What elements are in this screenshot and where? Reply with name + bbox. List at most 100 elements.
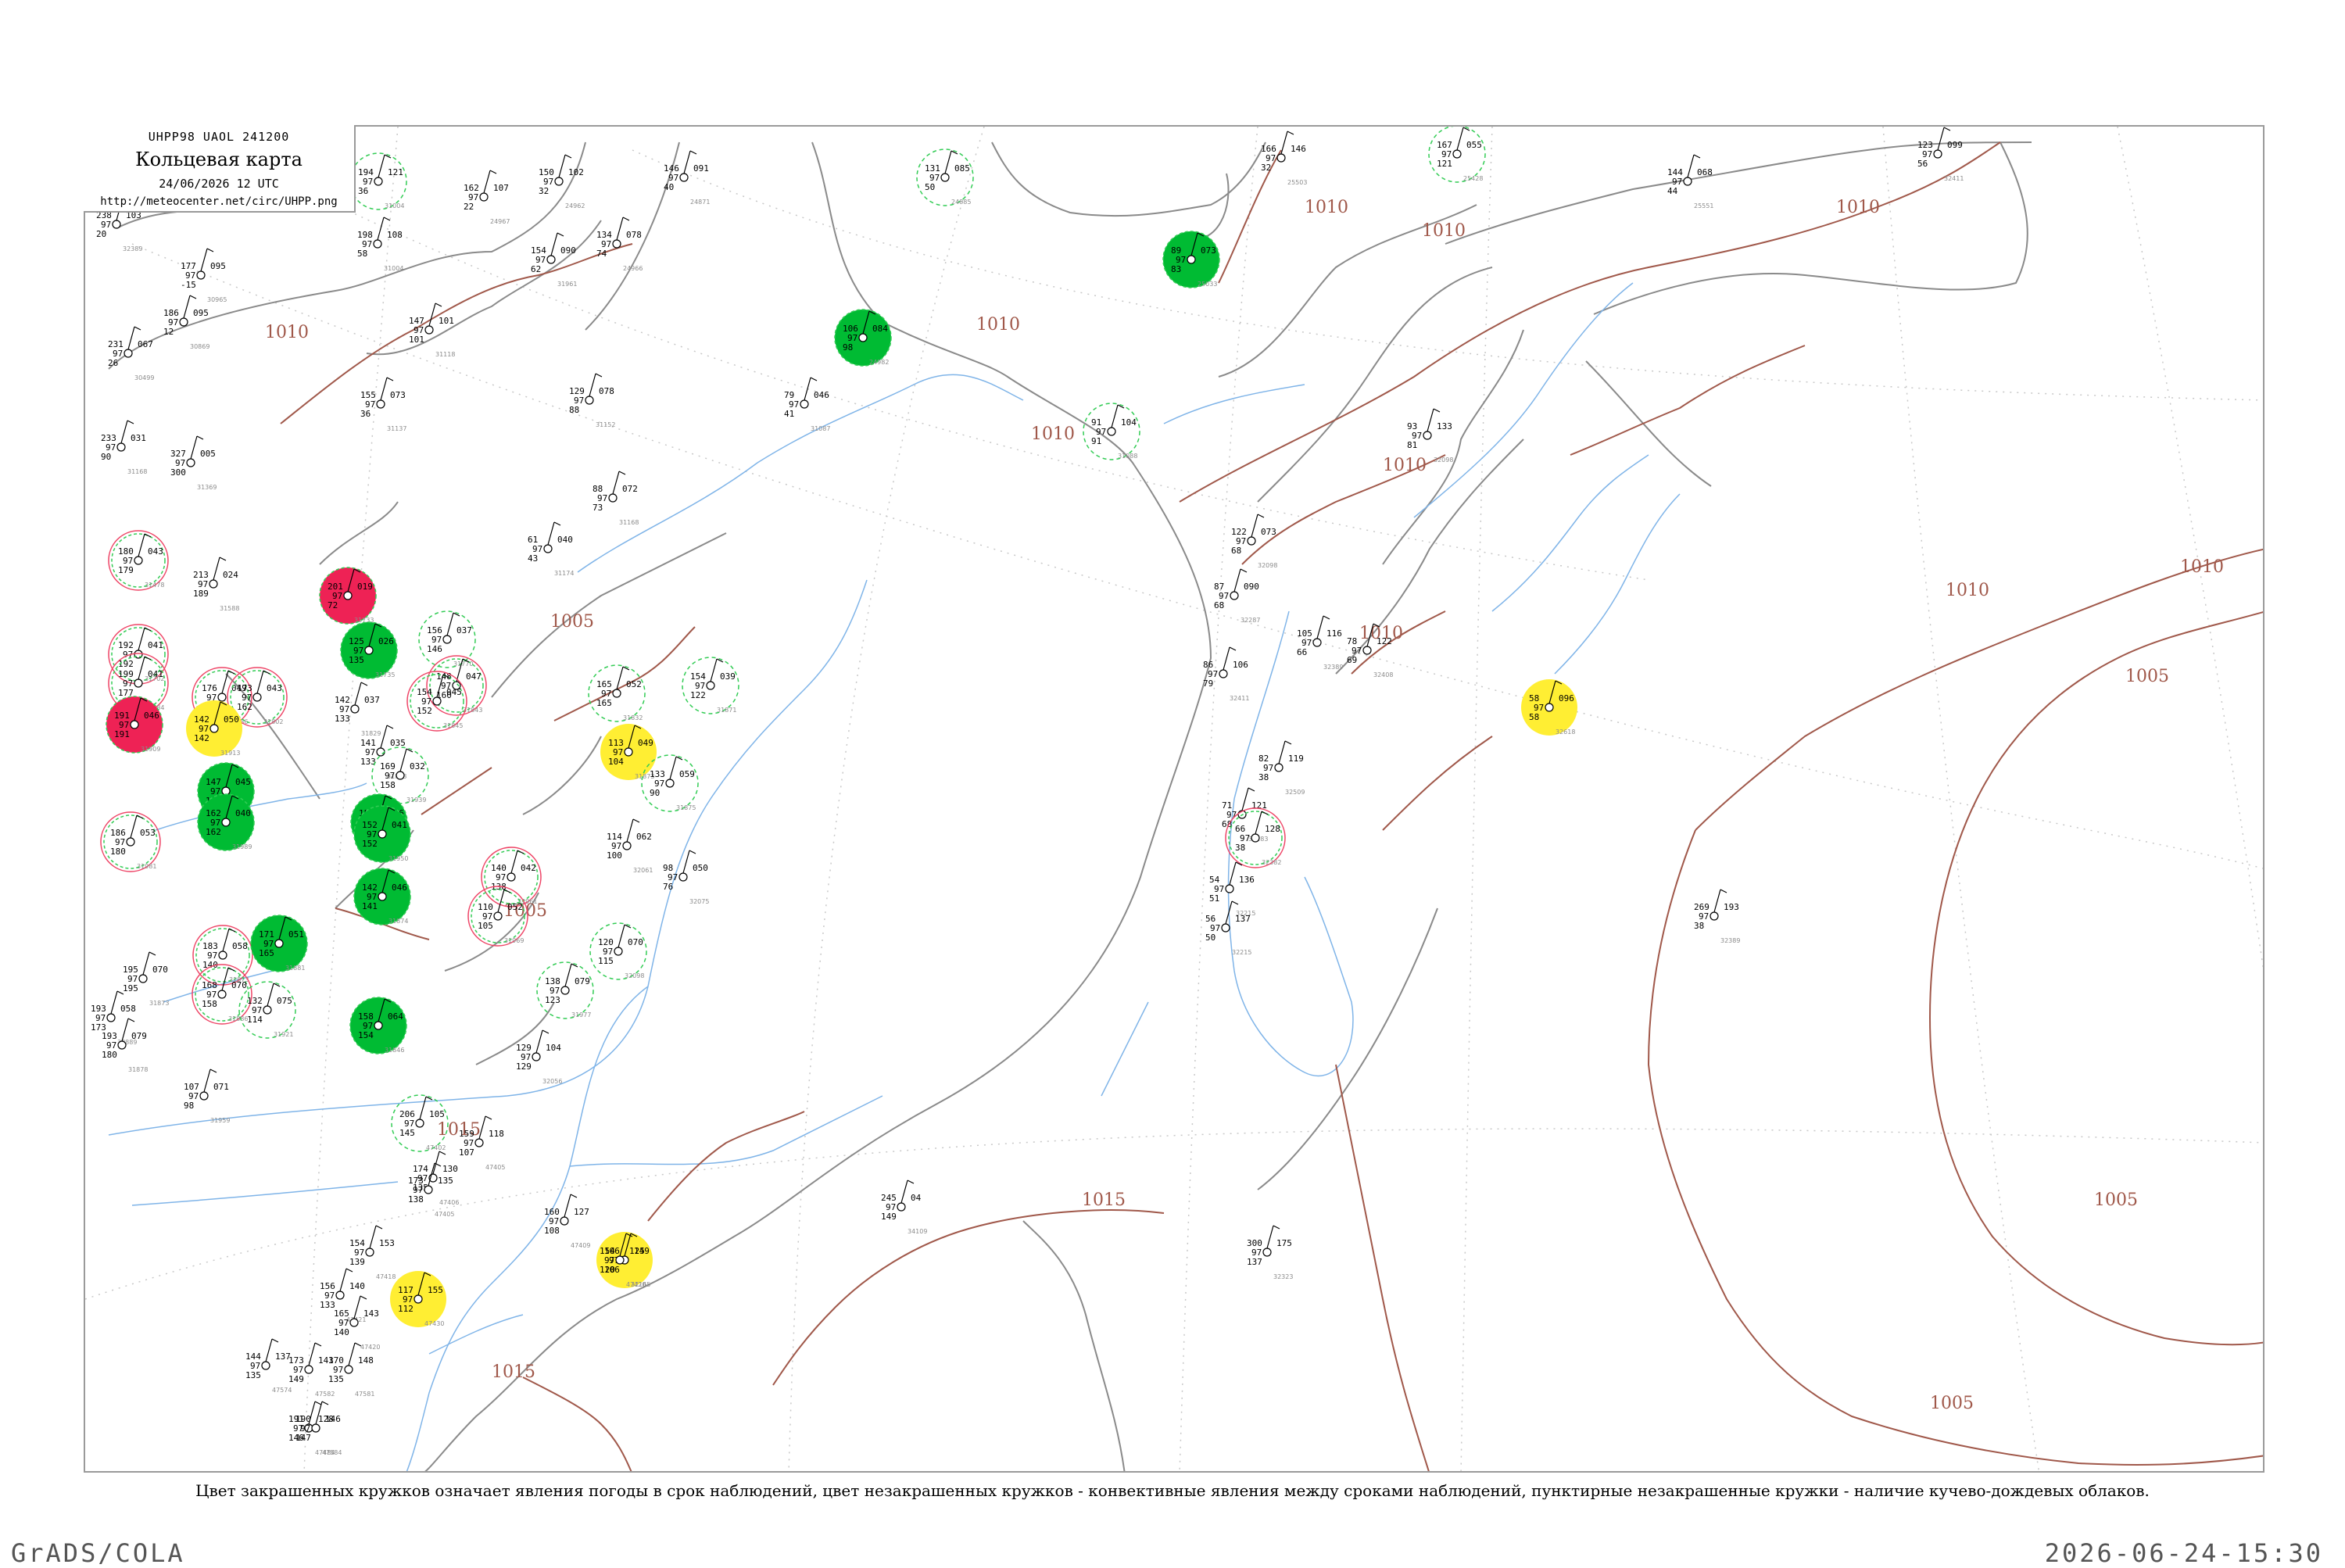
- cloud-cover-icon: [373, 239, 382, 249]
- station-pressure: 095: [210, 261, 226, 271]
- station-dewpoint: 12: [163, 327, 174, 337]
- cloud-cover-icon: [678, 872, 688, 882]
- station-index: 47409: [571, 1242, 590, 1249]
- footer-software: GrADS/COLA: [11, 1538, 185, 1568]
- station-index: 24967: [490, 218, 510, 225]
- station-index: 31939: [406, 797, 426, 804]
- station-plot: 3279730000531369: [170, 435, 217, 491]
- cloud-cover-icon: [560, 986, 570, 995]
- stations-layer: 1949736121310041629722107249671509732102…: [91, 127, 1964, 1456]
- isobar-label: 1010: [1836, 198, 1880, 217]
- station-pressure: 040: [235, 808, 251, 818]
- station-plot: 1549712203931871: [682, 657, 739, 714]
- station-pressure: 104: [546, 1043, 561, 1053]
- station-pressure: 024: [223, 570, 238, 580]
- station-pressure: 062: [636, 832, 652, 842]
- station-dewpoint: 139: [349, 1257, 365, 1267]
- cloud-cover-icon: [335, 1291, 345, 1300]
- station-index: 30869: [190, 343, 209, 350]
- station-index: 32389: [123, 245, 142, 252]
- station-plot: 1709713514847581: [328, 1342, 374, 1398]
- station-plot: 98977605032075: [663, 850, 709, 905]
- station-index: 25033: [1198, 281, 1217, 288]
- cloud-cover-icon: [554, 177, 564, 186]
- cloud-cover-icon: [546, 255, 556, 264]
- station-pressure: 005: [200, 449, 216, 459]
- station-dewpoint: 50: [1205, 933, 1215, 943]
- station-plot: 1549713915347418: [349, 1225, 396, 1280]
- station-plot: 122976807332098: [1231, 514, 1277, 569]
- station-dewpoint: 58: [357, 249, 367, 259]
- station-pressure: 118: [489, 1129, 504, 1139]
- station-index: 31369: [197, 484, 217, 491]
- station-plot: 1909714714647584: [295, 1401, 342, 1456]
- station-index: 32098: [1258, 562, 1277, 569]
- isobar-label: 1005: [2125, 667, 2169, 686]
- station-index: 31950: [388, 855, 408, 862]
- station-plot: 54975113632215: [1209, 861, 1255, 917]
- station-pressure: 035: [390, 738, 406, 748]
- station-pressure: 045: [446, 687, 462, 697]
- station-plot: 1209711507032098: [589, 922, 647, 980]
- isobar-label: 1015: [1082, 1190, 1126, 1210]
- station-dewpoint: 112: [398, 1304, 414, 1314]
- station-pressure: 067: [138, 339, 153, 349]
- cloud-cover-icon: [615, 1255, 625, 1265]
- cloud-cover-icon: [196, 270, 206, 280]
- station-dewpoint: 138: [408, 1194, 424, 1205]
- station-index: 47405: [485, 1164, 505, 1171]
- cloud-cover-icon: [218, 950, 227, 960]
- cloud-cover-icon: [1362, 646, 1372, 655]
- station-dewpoint: 38: [1235, 843, 1245, 853]
- station-index: 47405: [435, 1211, 454, 1218]
- station-pressure: 085: [954, 163, 970, 174]
- cloud-cover-icon: [414, 1294, 423, 1304]
- station-pressure: 047: [466, 671, 482, 682]
- cloud-cover-icon: [349, 1318, 359, 1327]
- cloud-cover-icon: [117, 1040, 127, 1050]
- station-index: 24962: [565, 202, 585, 209]
- station-dewpoint: 32: [1261, 163, 1271, 173]
- bulletin-code: UHPP98 UAOL 241200: [148, 130, 290, 144]
- station-dewpoint: 165: [259, 948, 274, 958]
- station-plot: 89978307325033: [1162, 231, 1220, 288]
- cloud-cover-icon: [679, 173, 689, 182]
- station-pressure: 084: [872, 324, 888, 334]
- station-pressure: 193: [1724, 902, 1739, 912]
- station-index: 32389: [1323, 664, 1343, 671]
- station-dewpoint: 90: [650, 788, 660, 798]
- station-pressure: 051: [288, 929, 304, 940]
- map-frame: 1010 1010 1010 1010 1010 1005 1015 1010 1005 1005…: [84, 125, 2264, 1473]
- station-dewpoint: 32: [539, 186, 549, 196]
- cloud-cover-icon: [432, 696, 442, 706]
- station-pressure: 070: [628, 937, 643, 947]
- station-plot: 17797-1509530965: [181, 248, 227, 303]
- station-plot: 1939718007931878: [102, 1018, 148, 1073]
- station-dewpoint: 165: [596, 698, 612, 708]
- station-plot: 79974104631087: [784, 377, 830, 432]
- station-index: 32411: [1944, 175, 1964, 182]
- station-index: 32215: [1232, 949, 1251, 956]
- station-dewpoint: 149: [288, 1374, 304, 1384]
- station-dewpoint: 115: [598, 956, 614, 966]
- station-dewpoint: 123: [545, 995, 560, 1005]
- station-dewpoint: 162: [237, 702, 252, 712]
- station-dewpoint: 135: [245, 1370, 261, 1380]
- cloud-cover-icon: [126, 837, 135, 847]
- station-dewpoint: 141: [362, 901, 378, 911]
- cloud-cover-icon: [106, 1013, 116, 1022]
- cloud-cover-icon: [1276, 153, 1286, 163]
- station-dewpoint: 74: [596, 249, 607, 259]
- station-index: 31174: [554, 570, 574, 577]
- station-dewpoint: 43: [528, 553, 538, 564]
- station-pressure: 050: [693, 863, 708, 873]
- station-dewpoint: 36: [358, 186, 368, 196]
- station-plot: 1389712307931977: [536, 961, 594, 1019]
- station-dewpoint: 142: [194, 733, 209, 743]
- station-plot: 144974406825551: [1667, 154, 1713, 209]
- cloud-cover-icon: [261, 1361, 270, 1370]
- station-plot: 1479710110131118: [409, 303, 455, 358]
- station-pressure: 037: [364, 695, 380, 705]
- station-dewpoint: 91: [1091, 436, 1101, 446]
- station-index: 31168: [127, 468, 147, 475]
